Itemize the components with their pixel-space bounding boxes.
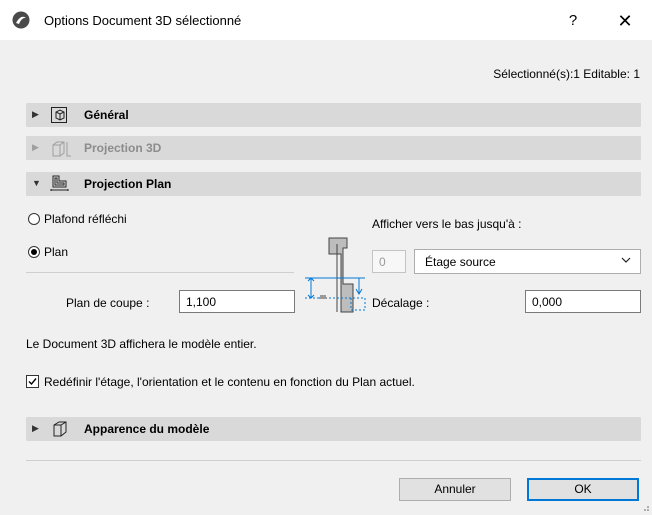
ok-button[interactable]: OK [527,478,639,501]
bottom-divider [26,460,641,461]
chevron-down-icon [620,254,632,269]
window-title: Options Document 3D sélectionné [44,13,242,28]
section-appearance-label: Apparence du modèle [84,422,210,436]
radio-plafond-reflechi[interactable] [28,213,40,225]
radio-plan[interactable] [28,246,40,258]
level-offset-input[interactable]: 0 [372,250,406,273]
model-cube-icon [50,420,70,438]
section-general[interactable]: ▶ Général [26,103,641,127]
left-divider [26,272,294,273]
offset-label: Décalage : [372,296,430,310]
redefine-checkbox-label: Redéfinir l'étage, l'orientation et le c… [44,375,415,389]
cube-icon [50,106,70,124]
cancel-button[interactable]: Annuler [399,478,511,501]
collapse-arrow-icon: ▼ [32,178,41,188]
expand-arrow-icon: ▶ [32,109,39,119]
floor-plan-icon [50,175,70,193]
cut-plane-input[interactable]: 1,100 [179,290,295,313]
section-projection-plan-label: Projection Plan [84,177,172,191]
radio-plafond-reflechi-label: Plafond réfléchi [44,212,127,226]
section-projection-plan[interactable]: ▼ Projection Plan [26,172,641,196]
redefine-checkbox[interactable] [26,375,39,388]
resize-grip-icon[interactable] [640,501,650,511]
expand-arrow-icon: ▶ [32,142,39,152]
section-appearance[interactable]: ▶ Apparence du modèle [26,417,641,441]
projection-3d-icon [50,139,71,157]
selection-info: Sélectionné(s):1 Editable: 1 [493,67,640,81]
section-projection-3d-label: Projection 3D [84,141,162,155]
help-button[interactable]: ? [558,8,588,34]
radio-plan-label: Plan [44,245,69,259]
offset-input[interactable]: 0,000 [525,290,641,313]
section-projection-3d[interactable]: ▶ Projection 3D [26,136,641,160]
section-general-label: Général [84,108,129,122]
show-down-label: Afficher vers le bas jusqu'à : [372,217,522,231]
archicad-app-icon [12,11,30,29]
story-select[interactable]: Étage source [414,249,641,274]
info-text: Le Document 3D affichera le modèle entie… [26,337,257,351]
story-select-value: Étage source [425,255,496,269]
close-button[interactable]: ✕ [610,8,640,34]
cut-plane-label: Plan de coupe : [66,296,150,310]
cut-plane-diagram-icon [303,236,369,316]
expand-arrow-icon: ▶ [32,423,39,433]
